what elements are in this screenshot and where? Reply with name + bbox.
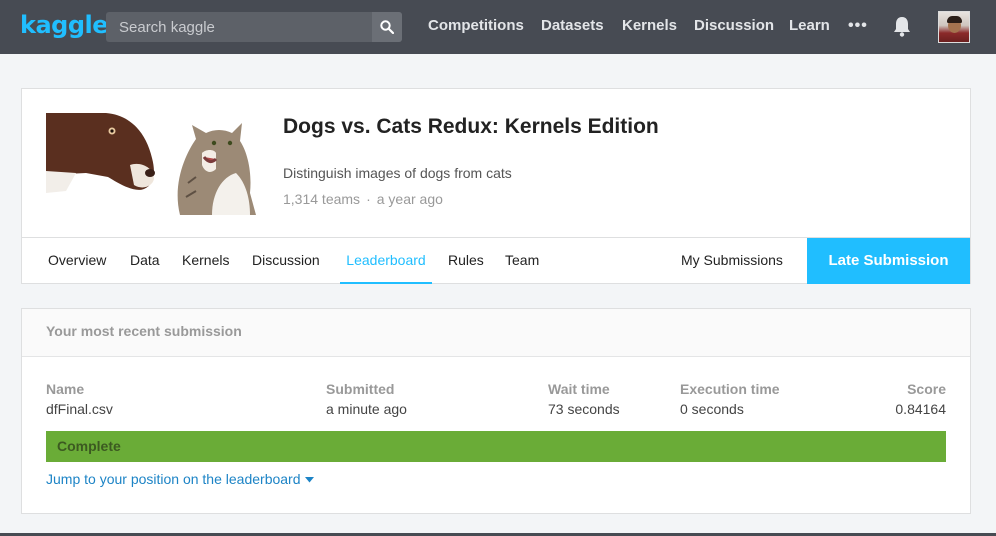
jump-to-leaderboard-link[interactable]: Jump to your position on the leaderboard <box>46 471 314 487</box>
search-input[interactable] <box>106 12 368 42</box>
competition-meta: 1,314 teams · a year ago <box>283 191 443 207</box>
nav-learn[interactable]: Learn <box>789 17 830 34</box>
submission-header: Your most recent submission <box>22 309 970 357</box>
submitted-label: Submitted <box>326 381 395 397</box>
nav-competitions[interactable]: Competitions <box>428 17 524 34</box>
status-bar: Complete <box>46 431 946 462</box>
wait-time-value: 73 seconds <box>548 401 620 417</box>
kaggle-logo[interactable]: kaggle <box>20 11 109 39</box>
search-icon <box>380 20 394 34</box>
my-submissions-button[interactable]: My Submissions <box>681 238 783 284</box>
teams-count: 1,314 teams <box>283 191 361 207</box>
submitted-value: a minute ago <box>326 401 407 417</box>
execution-time-value: 0 seconds <box>680 401 744 417</box>
meta-separator: · <box>366 191 371 207</box>
late-submission-button[interactable]: Late Submission <box>807 238 970 284</box>
competition-title: Dogs vs. Cats Redux: Kernels Edition <box>283 115 659 138</box>
competition-time: a year ago <box>376 191 443 207</box>
tab-overview[interactable]: Overview <box>48 238 106 284</box>
nav-kernels[interactable]: Kernels <box>622 17 677 34</box>
name-label: Name <box>46 381 85 397</box>
tab-rules[interactable]: Rules <box>448 238 484 284</box>
tab-leaderboard[interactable]: Leaderboard <box>340 238 432 284</box>
competition-image <box>46 113 256 215</box>
name-value: dfFinal.csv <box>46 401 113 417</box>
submission-card: Your most recent submission Name dfFinal… <box>21 308 971 514</box>
score-value: 0.84164 <box>895 401 946 417</box>
more-icon[interactable]: ••• <box>848 17 868 35</box>
score-label: Score <box>907 381 946 397</box>
status-text: Complete <box>57 438 121 454</box>
search-button[interactable] <box>372 12 402 42</box>
bell-icon[interactable] <box>892 15 912 37</box>
competition-tabs: Overview Data Kernels Discussion Leaderb… <box>22 237 970 285</box>
nav-discussion[interactable]: Discussion <box>694 17 774 34</box>
tab-kernels[interactable]: Kernels <box>182 238 229 284</box>
tab-team[interactable]: Team <box>505 238 539 284</box>
avatar-hair <box>947 16 962 23</box>
competition-description: Distinguish images of dogs from cats <box>283 165 512 181</box>
tab-discussion[interactable]: Discussion <box>252 238 320 284</box>
competition-card: Dogs vs. Cats Redux: Kernels Edition Dis… <box>21 88 971 284</box>
execution-time-label: Execution time <box>680 381 780 397</box>
nav-datasets[interactable]: Datasets <box>541 17 604 34</box>
submission-header-title: Your most recent submission <box>46 323 242 339</box>
caret-down-icon <box>304 477 314 483</box>
top-nav: kaggle Competitions Datasets Kernels Dis… <box>0 0 996 54</box>
avatar[interactable] <box>938 11 970 43</box>
jump-link-label: Jump to your position on the leaderboard <box>46 471 301 487</box>
tab-data[interactable]: Data <box>130 238 160 284</box>
search-box <box>106 12 402 42</box>
wait-time-label: Wait time <box>548 381 610 397</box>
